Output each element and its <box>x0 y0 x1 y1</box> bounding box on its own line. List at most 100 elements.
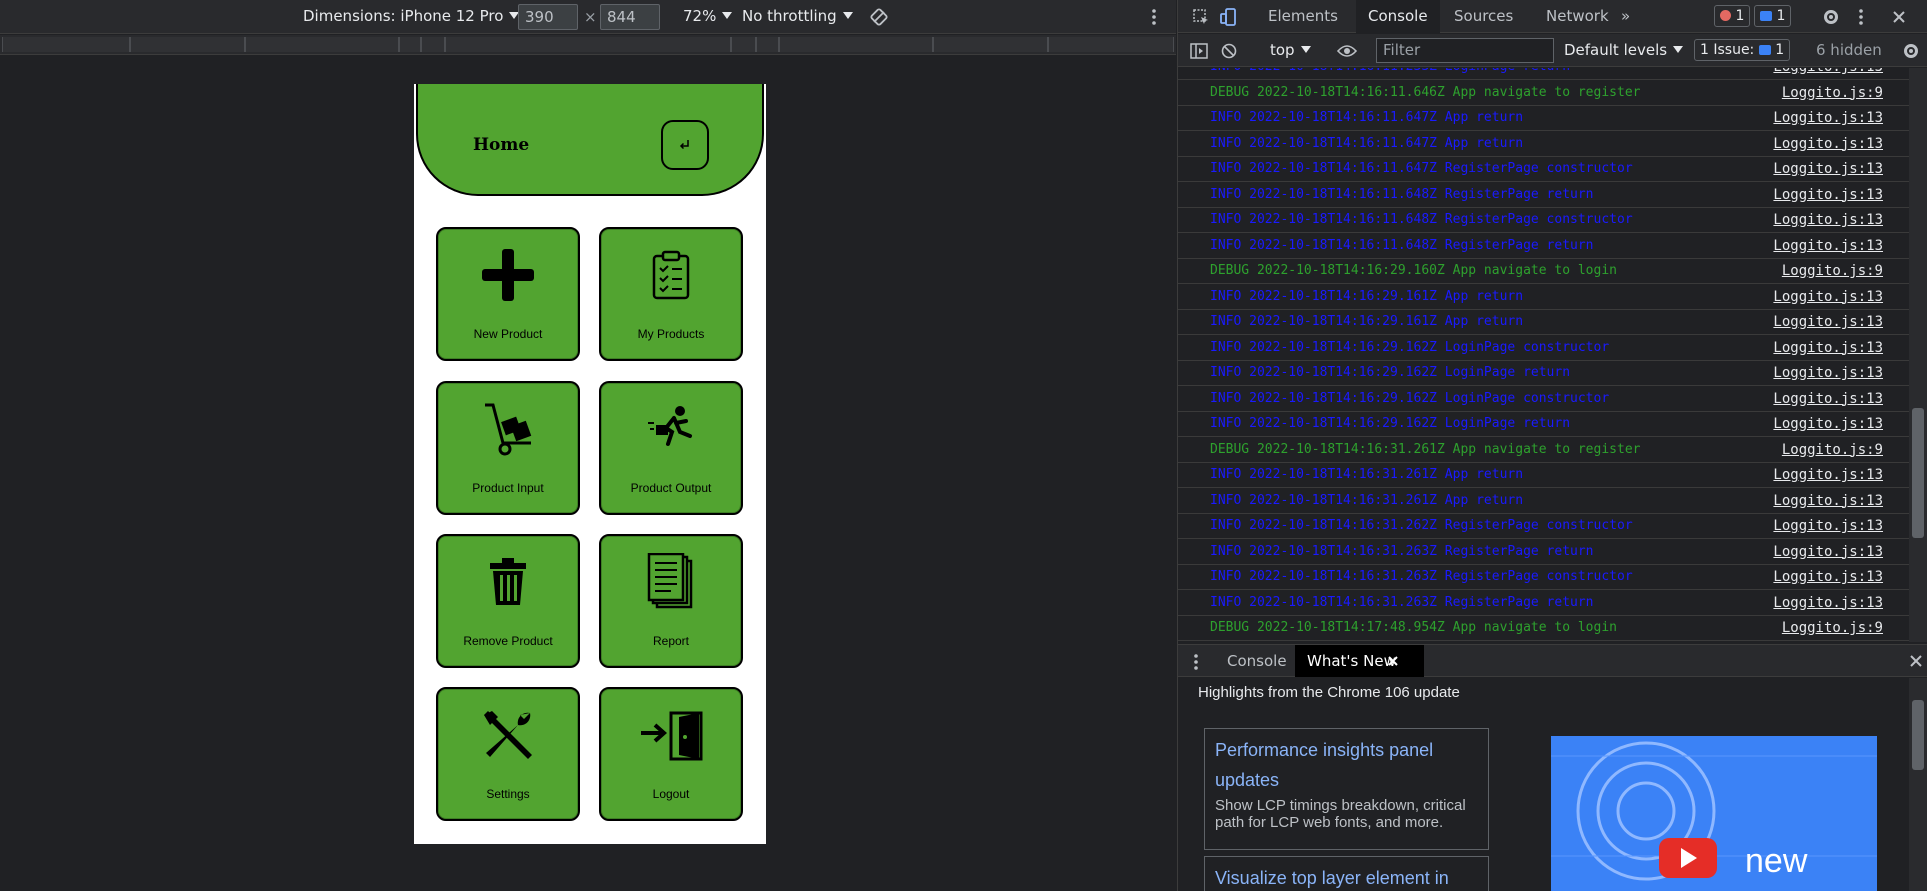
more-options-icon[interactable] <box>1146 6 1162 28</box>
console-message[interactable]: INFO 2022-10-18T14:16:11.233Z LoginPage … <box>1178 68 1909 80</box>
console-message[interactable]: INFO 2022-10-18T14:16:31.261Z App return… <box>1178 463 1909 488</box>
media-query-segment[interactable] <box>731 37 756 52</box>
close-icon[interactable] <box>1888 6 1910 28</box>
source-link[interactable]: Loggito.js:13 <box>1773 514 1883 538</box>
remove-product-button[interactable]: Remove Product <box>436 534 580 668</box>
console-message[interactable]: INFO 2022-10-18T14:16:11.647Z RegisterPa… <box>1178 157 1909 182</box>
source-link[interactable]: Loggito.js:13 <box>1773 336 1883 360</box>
drawer-scrollbar[interactable] <box>1909 678 1927 891</box>
width-input[interactable]: 390 <box>518 4 578 30</box>
whats-new-card[interactable]: Performance insights panel updates Show … <box>1204 728 1489 850</box>
drawer-scroll-thumb[interactable] <box>1912 700 1924 770</box>
console-message[interactable]: DEBUG 2022-10-18T14:16:29.160Z App navig… <box>1178 259 1909 284</box>
eye-icon[interactable] <box>1336 40 1358 62</box>
new-product-button[interactable]: New Product <box>436 227 580 361</box>
gear-icon[interactable] <box>1820 6 1842 28</box>
console-message[interactable]: INFO 2022-10-18T14:16:31.263Z RegisterPa… <box>1178 591 1909 616</box>
message-count-badge[interactable]: 1 <box>1754 5 1792 27</box>
back-button[interactable] <box>661 120 709 170</box>
source-link[interactable]: Loggito.js:13 <box>1773 412 1883 436</box>
console-scrollbar[interactable] <box>1909 68 1927 642</box>
console-message[interactable]: DEBUG 2022-10-18T14:17:48.954Z App navig… <box>1178 616 1909 641</box>
context-select[interactable]: top <box>1270 41 1311 59</box>
source-link[interactable]: Loggito.js:13 <box>1773 234 1883 258</box>
product-output-button[interactable]: Product Output <box>599 381 743 515</box>
drawer-menu-icon[interactable] <box>1188 651 1204 673</box>
console-message[interactable]: INFO 2022-10-18T14:16:29.162Z LoginPage … <box>1178 361 1909 386</box>
settings-button[interactable]: Settings <box>436 687 580 821</box>
source-link[interactable]: Loggito.js:13 <box>1773 68 1883 79</box>
console-message[interactable]: INFO 2022-10-18T14:16:31.263Z RegisterPa… <box>1178 540 1909 565</box>
sidebar-toggle-icon[interactable] <box>1188 40 1210 62</box>
source-link[interactable]: Loggito.js:13 <box>1773 157 1883 181</box>
throttling-select[interactable]: No throttling <box>742 7 853 25</box>
my-products-button[interactable]: My Products <box>599 227 743 361</box>
source-link[interactable]: Loggito.js:13 <box>1773 208 1883 232</box>
source-link[interactable]: Loggito.js:13 <box>1773 565 1883 589</box>
zoom-select[interactable]: 72% <box>683 7 733 25</box>
close-tab-icon[interactable] <box>1385 651 1401 671</box>
report-button[interactable]: Report <box>599 534 743 668</box>
console-message[interactable]: INFO 2022-10-18T14:16:31.261Z App return… <box>1178 489 1909 514</box>
source-link[interactable]: Loggito.js:13 <box>1773 132 1883 156</box>
media-query-segment[interactable] <box>933 37 1048 52</box>
console-message[interactable]: INFO 2022-10-18T14:16:11.648Z RegisterPa… <box>1178 183 1909 208</box>
media-query-segment[interactable] <box>1048 37 1174 52</box>
console-message[interactable]: INFO 2022-10-18T14:16:29.161Z App return… <box>1178 310 1909 335</box>
media-query-segment[interactable] <box>445 37 731 52</box>
device-toggle-icon[interactable] <box>1218 6 1240 28</box>
media-query-segment[interactable] <box>245 37 399 52</box>
log-levels-select[interactable]: Default levels <box>1564 41 1684 59</box>
source-link[interactable]: Loggito.js:13 <box>1773 183 1883 207</box>
video-thumbnail[interactable]: new <box>1551 736 1877 891</box>
product-input-button[interactable]: Product Input <box>436 381 580 515</box>
console-message[interactable]: INFO 2022-10-18T14:16:29.162Z LoginPage … <box>1178 387 1909 412</box>
source-link[interactable]: Loggito.js:9 <box>1782 259 1883 283</box>
device-select[interactable]: Dimensions: iPhone 12 Pro <box>303 7 520 25</box>
console-scroll-thumb[interactable] <box>1912 408 1924 538</box>
source-link[interactable]: Loggito.js:13 <box>1773 540 1883 564</box>
whats-new-card[interactable]: Visualize top layer element in <box>1204 856 1489 891</box>
drawer-tab-whats-new[interactable]: What's New <box>1295 645 1424 677</box>
console-message[interactable]: INFO 2022-10-18T14:16:11.648Z RegisterPa… <box>1178 208 1909 233</box>
console-message[interactable]: INFO 2022-10-18T14:16:11.647Z App return… <box>1178 132 1909 157</box>
gear-icon[interactable] <box>1900 40 1922 62</box>
more-options-icon[interactable] <box>1853 6 1869 28</box>
clear-console-icon[interactable] <box>1218 40 1240 62</box>
source-link[interactable]: Loggito.js:13 <box>1773 591 1883 615</box>
console-message[interactable]: INFO 2022-10-18T14:16:31.262Z RegisterPa… <box>1178 514 1909 539</box>
console-message[interactable]: INFO 2022-10-18T14:16:29.162Z LoginPage … <box>1178 412 1909 437</box>
console-message[interactable]: DEBUG 2022-10-18T14:16:31.261Z App navig… <box>1178 438 1909 463</box>
drawer-tab-console[interactable]: Console <box>1215 645 1299 677</box>
media-query-segment[interactable] <box>421 37 445 52</box>
source-link[interactable]: Loggito.js:13 <box>1773 387 1883 411</box>
inspect-element-icon[interactable] <box>1190 6 1212 28</box>
source-link[interactable]: Loggito.js:13 <box>1773 361 1883 385</box>
tab-network[interactable]: Network <box>1534 0 1621 33</box>
console-message[interactable]: INFO 2022-10-18T14:16:11.648Z RegisterPa… <box>1178 234 1909 259</box>
source-link[interactable]: Loggito.js:13 <box>1773 285 1883 309</box>
console-message[interactable]: INFO 2022-10-18T14:16:29.161Z App return… <box>1178 285 1909 310</box>
logout-button[interactable]: Logout <box>599 687 743 821</box>
rotate-icon[interactable] <box>868 6 890 28</box>
tab-elements[interactable]: Elements <box>1256 0 1350 33</box>
media-query-segment[interactable] <box>130 37 245 52</box>
source-link[interactable]: Loggito.js:9 <box>1782 438 1883 462</box>
tab-console[interactable]: Console <box>1356 0 1440 33</box>
console-message[interactable]: INFO 2022-10-18T14:16:31.263Z RegisterPa… <box>1178 565 1909 590</box>
console-message[interactable]: INFO 2022-10-18T14:16:11.647Z App return… <box>1178 106 1909 131</box>
more-tabs-button[interactable]: » <box>1609 0 1642 33</box>
tab-sources[interactable]: Sources <box>1442 0 1525 33</box>
console-message[interactable]: DEBUG 2022-10-18T14:16:11.646Z App navig… <box>1178 81 1909 106</box>
media-query-segment[interactable] <box>756 37 779 52</box>
console-log-list[interactable]: INFO 2022-10-18T14:16:11.233Z LoginPage … <box>1178 68 1909 642</box>
media-query-segment[interactable] <box>779 37 933 52</box>
media-query-segment[interactable] <box>2 37 130 52</box>
error-count-badge[interactable]: 1 <box>1714 5 1751 27</box>
console-message[interactable]: INFO 2022-10-18T14:16:29.162Z LoginPage … <box>1178 336 1909 361</box>
source-link[interactable]: Loggito.js:9 <box>1782 616 1883 640</box>
source-link[interactable]: Loggito.js:13 <box>1773 310 1883 334</box>
issues-badge[interactable]: 1 Issue: 1 <box>1694 39 1791 61</box>
media-query-segment[interactable] <box>399 37 421 52</box>
source-link[interactable]: Loggito.js:13 <box>1773 106 1883 130</box>
